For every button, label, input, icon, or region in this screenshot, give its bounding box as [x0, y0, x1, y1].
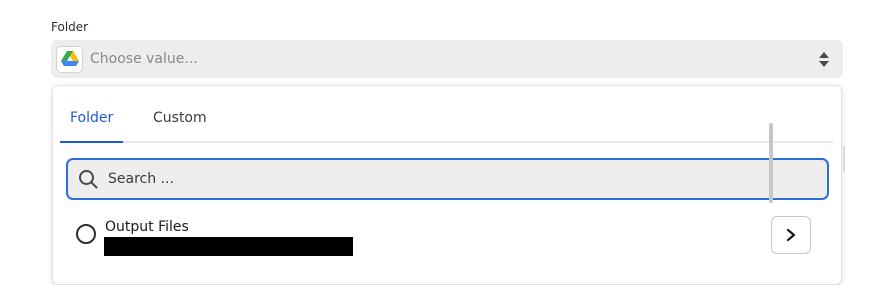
list-item[interactable]: Output Files [53, 212, 823, 272]
chevron-right-icon [786, 228, 796, 242]
folder-select[interactable]: Choose value... [51, 40, 843, 78]
redacted-subtitle [104, 237, 353, 256]
tab-folder[interactable]: Folder [70, 110, 113, 126]
item-title: Output Files [105, 219, 189, 235]
folder-dropdown: Folder Custom Output Files [52, 85, 842, 285]
radio-button[interactable] [76, 224, 96, 244]
search-box[interactable] [66, 158, 829, 200]
tab-custom[interactable]: Custom [153, 110, 207, 126]
sort-arrows-icon [819, 52, 829, 67]
folder-field-label: Folder [51, 20, 89, 34]
search-icon [79, 170, 98, 189]
tab-bar: Folder Custom [60, 86, 833, 143]
background-field-edge [843, 146, 845, 172]
scrollbar[interactable] [769, 123, 773, 203]
google-drive-icon [56, 45, 83, 73]
active-tab-indicator [60, 141, 123, 143]
search-input[interactable] [108, 171, 708, 187]
expand-folder-button[interactable] [771, 216, 811, 254]
select-placeholder: Choose value... [90, 51, 198, 67]
